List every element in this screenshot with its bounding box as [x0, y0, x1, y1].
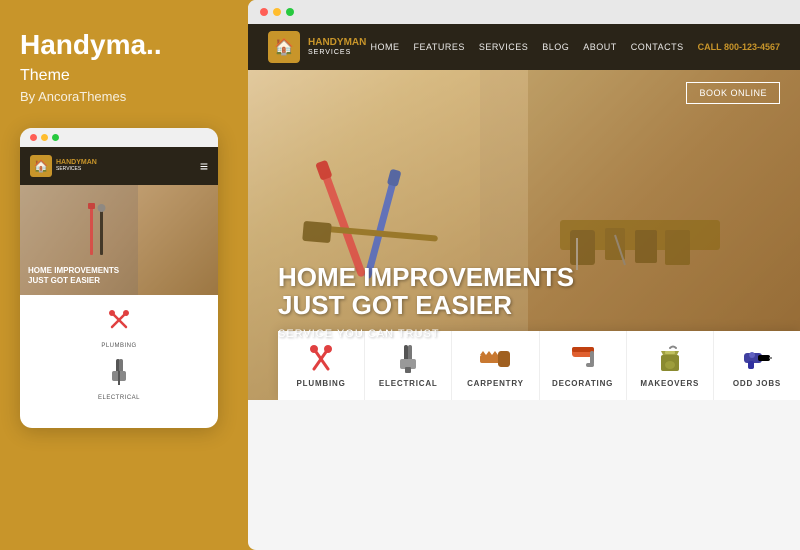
mobile-logo-text: HANDYMAN SERVICES [56, 159, 97, 172]
desktop-logo-icon: 🏠 [268, 31, 300, 63]
mobile-service-plumbing: PLUMBING [30, 305, 208, 349]
mobile-nav: 🏠 HANDYMAN SERVICES ≡ [20, 147, 218, 185]
service-electrical[interactable]: ELECTRICAL [365, 331, 452, 400]
desktop-hero: HOME IMPROVEMENTS JUST GOT EASIER SERVIC… [248, 70, 800, 400]
electrical-icon-mobile [104, 357, 134, 393]
makeovers-label: MAKEOVERS [640, 379, 699, 388]
mobile-service-electrical: ELECTRICAL [30, 357, 208, 401]
service-odd-jobs[interactable]: ODD JOBS [714, 331, 800, 400]
theme-subtitle: Theme [20, 67, 228, 85]
decorating-service-icon [568, 345, 598, 373]
mobile-chrome-bar [20, 128, 218, 147]
plumbing-service-icon [307, 345, 335, 373]
hero-title: HOME IMPROVEMENTS JUST GOT EASIER [278, 263, 574, 320]
plumbing-label: PLUMBING [297, 379, 346, 388]
theme-title: Handyma.. [20, 30, 228, 61]
nav-contacts[interactable]: CONTACTS [631, 42, 684, 52]
mobile-dot-green [52, 134, 59, 141]
service-carpentry[interactable]: CARPENTRY [452, 331, 539, 400]
chrome-dot-green [286, 8, 294, 16]
chrome-dot-red [260, 8, 268, 16]
carpentry-label: CARPENTRY [467, 379, 524, 388]
services-bar: PLUMBING ELECTRICAL [278, 331, 800, 400]
nav-blog[interactable]: BLOG [542, 42, 569, 52]
carpentry-service-icon [478, 345, 512, 373]
service-plumbing[interactable]: PLUMBING [278, 331, 365, 400]
desktop-nav-links: HOME FEATURES SERVICES BLOG ABOUT CONTAC… [371, 42, 781, 52]
nav-about[interactable]: ABOUT [583, 42, 617, 52]
mobile-logo: 🏠 HANDYMAN SERVICES [30, 155, 97, 177]
electrical-service-icon [394, 345, 422, 373]
nav-features[interactable]: FEATURES [414, 42, 465, 52]
mobile-hero: HOME IMPROVEMENTS JUST GOT EASIER [20, 185, 218, 295]
service-makeovers[interactable]: MAKEOVERS [627, 331, 714, 400]
mobile-hamburger-icon[interactable]: ≡ [200, 158, 208, 174]
theme-author: By AncoraThemes [20, 89, 228, 104]
nav-home[interactable]: HOME [371, 42, 400, 52]
desktop-logo-text: HANDYMAN SERVICES [308, 37, 366, 57]
nav-services[interactable]: SERVICES [479, 42, 528, 52]
decorating-label: DECORATING [552, 379, 613, 388]
electrical-label: ELECTRICAL [379, 379, 438, 388]
hero-content: HOME IMPROVEMENTS JUST GOT EASIER SERVIC… [278, 263, 574, 340]
plumbing-icon [104, 305, 134, 341]
book-online-button[interactable]: BOOK ONLINE [686, 82, 780, 104]
makeovers-service-icon [655, 345, 685, 373]
nav-call-label: CALL 800-123-4567 [698, 42, 780, 52]
desktop-mockup: 🏠 HANDYMAN SERVICES HOME FEATURES SERVIC… [248, 0, 800, 550]
left-panel: Handyma.. Theme By AncoraThemes 🏠 HANDYM… [0, 0, 248, 550]
desktop-logo: 🏠 HANDYMAN SERVICES [268, 31, 366, 63]
odd-jobs-label: ODD JOBS [733, 379, 781, 388]
desktop-nav: 🏠 HANDYMAN SERVICES HOME FEATURES SERVIC… [248, 24, 800, 70]
mobile-mockup: 🏠 HANDYMAN SERVICES ≡ [20, 128, 218, 428]
odd-jobs-service-icon [742, 345, 772, 373]
chrome-dot-yellow [273, 8, 281, 16]
mobile-hero-tools [50, 185, 218, 275]
service-decorating[interactable]: DECORATING [540, 331, 627, 400]
mobile-dot-red [30, 134, 37, 141]
desktop-chrome-bar [248, 0, 800, 24]
mobile-services-list: PLUMBING ELECTRICAL [20, 295, 218, 419]
hero-subtitle: SERVICE YOU CAN TRUST [278, 328, 574, 340]
mobile-dot-yellow [41, 134, 48, 141]
mobile-logo-icon: 🏠 [30, 155, 52, 177]
